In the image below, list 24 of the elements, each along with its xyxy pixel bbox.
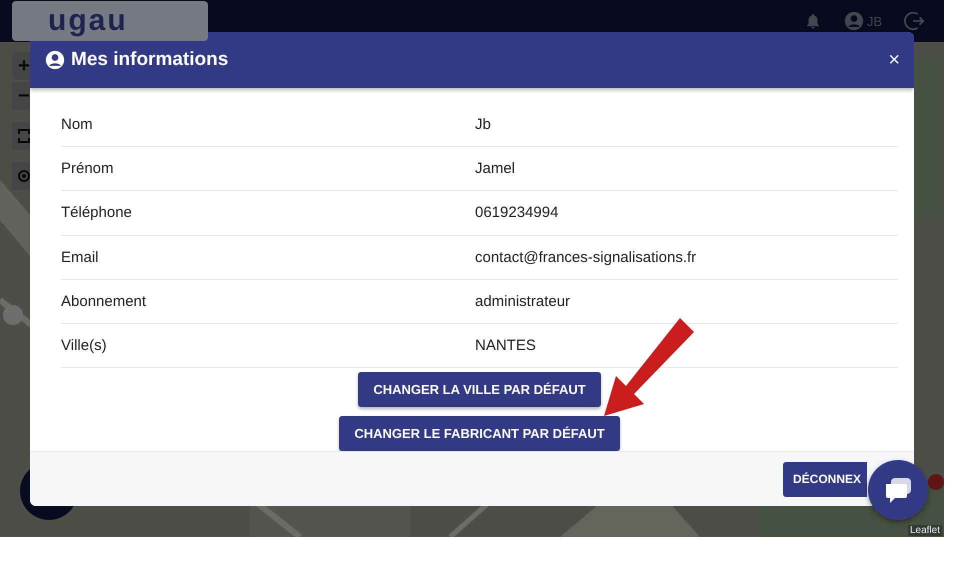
field-label: Prénom: [61, 160, 115, 178]
field-value: administrateur: [475, 292, 572, 310]
target-icon: [17, 169, 31, 183]
field-value: NANTES: [475, 336, 537, 354]
fullscreen-icon: [18, 129, 30, 143]
field-value: 0619234994: [475, 204, 560, 222]
field-label: Abonnement: [61, 292, 148, 310]
field-value: Jb: [475, 116, 492, 134]
logo-text: ugau: [48, 6, 128, 36]
field-value: contact@frances-signalisations.fr: [475, 248, 698, 266]
field-label: Email: [61, 248, 100, 266]
field-label: Téléphone: [61, 204, 133, 222]
chat-icon: [883, 475, 913, 505]
logout-button[interactable]: DÉCONNEX: [783, 462, 867, 496]
map-attribution[interactable]: Leaflet: [908, 525, 942, 536]
action-button[interactable]: CHANGER LE FABRICANT PAR DÉFAUT: [339, 416, 620, 451]
field-label: Nom: [61, 116, 94, 134]
user-icon: [45, 50, 65, 70]
close-button[interactable]: ×: [888, 48, 900, 72]
user-initials: JB: [866, 14, 882, 28]
action-button[interactable]: CHANGER LA VILLE PAR DÉFAUT: [358, 372, 601, 408]
dialog-title: Mes informations: [71, 49, 228, 71]
field-label: Ville(s): [61, 336, 108, 354]
field-value: Jamel: [475, 160, 516, 178]
